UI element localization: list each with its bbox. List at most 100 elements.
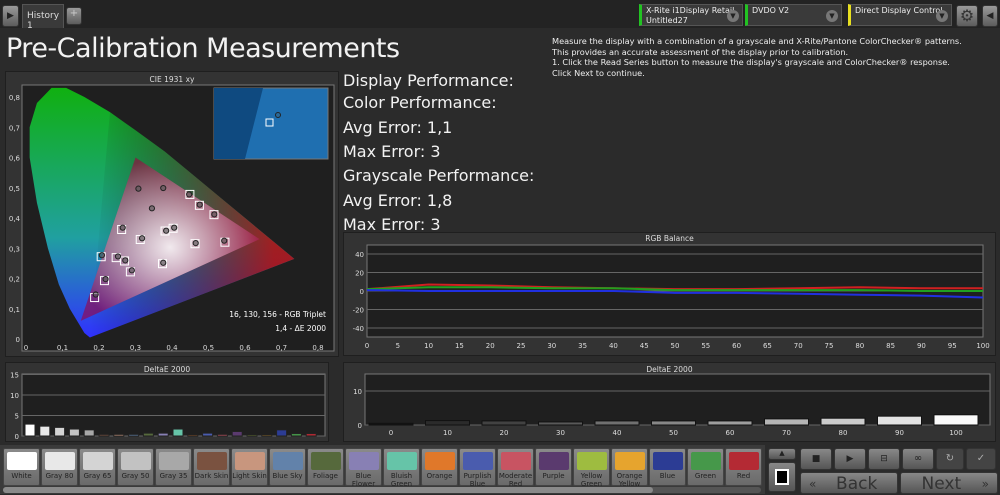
- x-tick-label: 10: [443, 429, 452, 437]
- patch-orange-yellow[interactable]: Orange Yellow: [611, 448, 648, 488]
- chevron-down-icon: ▼: [936, 10, 948, 22]
- x-tick-label: 30: [556, 429, 565, 437]
- bar-dark-skin: [98, 433, 110, 437]
- patch-white[interactable]: White: [3, 448, 40, 486]
- back-button[interactable]: « Back: [800, 472, 898, 494]
- source-selector[interactable]: DVDO V2 ▼: [745, 4, 842, 26]
- delta-e-readout: 1,4 - ΔE 2000: [275, 324, 326, 333]
- bar-bluish: [172, 428, 184, 437]
- x-tick-label: 0: [24, 344, 28, 352]
- stop-icon[interactable]: ■: [800, 448, 832, 470]
- settings-gear-icon[interactable]: ⚙: [956, 5, 978, 27]
- patch-up-button[interactable]: ▲: [768, 448, 796, 460]
- bar-gray-50: [68, 428, 80, 437]
- patch-color: [576, 452, 607, 470]
- grayscale-deltae-chart: 1000 10 20 30 40 50 60 70 80 90 100: [353, 373, 991, 437]
- instructions: Measure the display with a combination o…: [552, 36, 992, 78]
- patch-orange[interactable]: Orange: [421, 448, 458, 486]
- x-tick-label: 10: [424, 342, 433, 350]
- patch-yellow-green[interactable]: Yellow Green: [573, 448, 610, 488]
- grayscale-avg-error: Avg Error: 1,8: [343, 191, 453, 210]
- measured-point: [128, 267, 135, 274]
- measured-point: [98, 252, 106, 259]
- patch-scrollbar[interactable]: [3, 487, 761, 493]
- add-tab-button[interactable]: +: [66, 7, 82, 25]
- rgb-balance-chart: 40 20 0 -20 -40 0 5 10 15 20 25 30 35 40 45 50 55 60 65 70 7…: [353, 244, 990, 350]
- bar-blue: [276, 429, 288, 437]
- y-tick-label: 0: [15, 433, 19, 441]
- patch-blue-flower[interactable]: Blue Flower: [345, 448, 382, 488]
- x-tick-label: 0,7: [276, 344, 287, 352]
- patch-gray-50[interactable]: Gray 50: [117, 448, 154, 486]
- patch-blue[interactable]: Blue: [649, 448, 686, 486]
- patch-label: Purplish: [463, 472, 492, 480]
- y-tick-label: 0,8: [9, 94, 20, 102]
- colorchecker-deltae-chart: 15 10 5 0: [10, 372, 326, 441]
- y-tick-label: 10: [10, 392, 19, 400]
- patch-dark-skin[interactable]: Dark Skin: [193, 448, 230, 486]
- cie-chart: 0 0,1 0,2 0,3 0,4 0,5 0,6 0,7 0,8 0 0,1 0,2 0,3 0,4 0,…: [9, 84, 335, 352]
- patch-moderate-red[interactable]: Moderate Red: [497, 448, 534, 488]
- patch-gray-80[interactable]: Gray 80: [41, 448, 78, 486]
- measured-point: [119, 224, 126, 231]
- scrollbar-thumb[interactable]: [3, 487, 653, 493]
- patch-label: Orange: [616, 472, 643, 480]
- collapse-panel-button[interactable]: ◀: [982, 5, 998, 27]
- patch-label: Purple: [542, 472, 565, 480]
- tab-history-1[interactable]: History 1: [22, 4, 64, 31]
- patch-red[interactable]: Red: [725, 448, 762, 486]
- patch-color: [348, 452, 379, 470]
- chevron-down-icon: ▼: [727, 10, 739, 22]
- patch-green[interactable]: Green: [687, 448, 724, 486]
- patch-gray-65[interactable]: Gray 65: [79, 448, 116, 486]
- patch-color: [538, 452, 569, 470]
- refresh-icon[interactable]: ↻: [936, 448, 964, 470]
- meter-selector[interactable]: X-Rite i1Display Retail Untitled27 ▼: [639, 4, 743, 26]
- patch-color: [462, 452, 493, 470]
- instruction-line: Measure the display with a combination o…: [552, 36, 962, 46]
- measured-point: [138, 235, 146, 242]
- patch-light-skin[interactable]: Light Skin: [231, 448, 268, 486]
- continuous-icon[interactable]: ∞: [902, 448, 934, 470]
- measured-point: [186, 191, 193, 198]
- patch-purplish-blue[interactable]: Purplish Blue: [459, 448, 496, 488]
- x-tick-label: 50: [669, 429, 678, 437]
- patch-color: [652, 452, 683, 470]
- bar-orange: [187, 434, 199, 437]
- patch-bluish-green[interactable]: Bluish Green: [383, 448, 420, 488]
- pattern-window-button[interactable]: [768, 462, 796, 492]
- expand-sidebar-button[interactable]: ▶: [2, 5, 19, 27]
- measured-point: [148, 205, 156, 212]
- patch-color: [82, 452, 113, 470]
- patch-label: Dark Skin: [194, 472, 229, 480]
- patch-foliage[interactable]: Foliage: [307, 448, 344, 486]
- source-name: DVDO V2: [752, 6, 790, 15]
- y-tick-label: 0: [360, 288, 364, 296]
- bar-0: [368, 422, 414, 426]
- patch-label: Gray 65: [83, 472, 112, 480]
- measured-point: [102, 276, 109, 283]
- next-button[interactable]: Next »: [900, 472, 998, 494]
- bar-50: [651, 420, 696, 426]
- display-control-selector[interactable]: Direct Display Control ▼: [848, 4, 952, 26]
- y-tick-label: 20: [355, 270, 364, 278]
- patch-blue-sky[interactable]: Blue Sky: [269, 448, 306, 486]
- play-icon[interactable]: ▶: [834, 448, 866, 470]
- patch-purple[interactable]: Purple: [535, 448, 572, 486]
- y-tick-label: -20: [353, 307, 364, 315]
- patch-label: Bluish: [390, 472, 413, 480]
- bar-100: [933, 414, 979, 426]
- x-tick-label: 45: [640, 342, 649, 350]
- bar-gray-35: [83, 429, 95, 437]
- read-series-icon[interactable]: ⊟: [868, 448, 900, 470]
- patch-gray-35[interactable]: Gray 35: [155, 448, 192, 486]
- bar-green: [290, 433, 302, 437]
- x-tick-label: 0: [389, 429, 393, 437]
- patch-color: [120, 452, 151, 470]
- bar-moderate: [216, 433, 228, 437]
- check-icon[interactable]: ✓: [966, 448, 996, 470]
- bar-gray-80: [39, 425, 51, 437]
- x-tick-label: 0,6: [239, 344, 251, 352]
- y-tick-label: 0,7: [9, 124, 20, 132]
- instruction-line: This provides an accurate assessment of …: [552, 46, 849, 57]
